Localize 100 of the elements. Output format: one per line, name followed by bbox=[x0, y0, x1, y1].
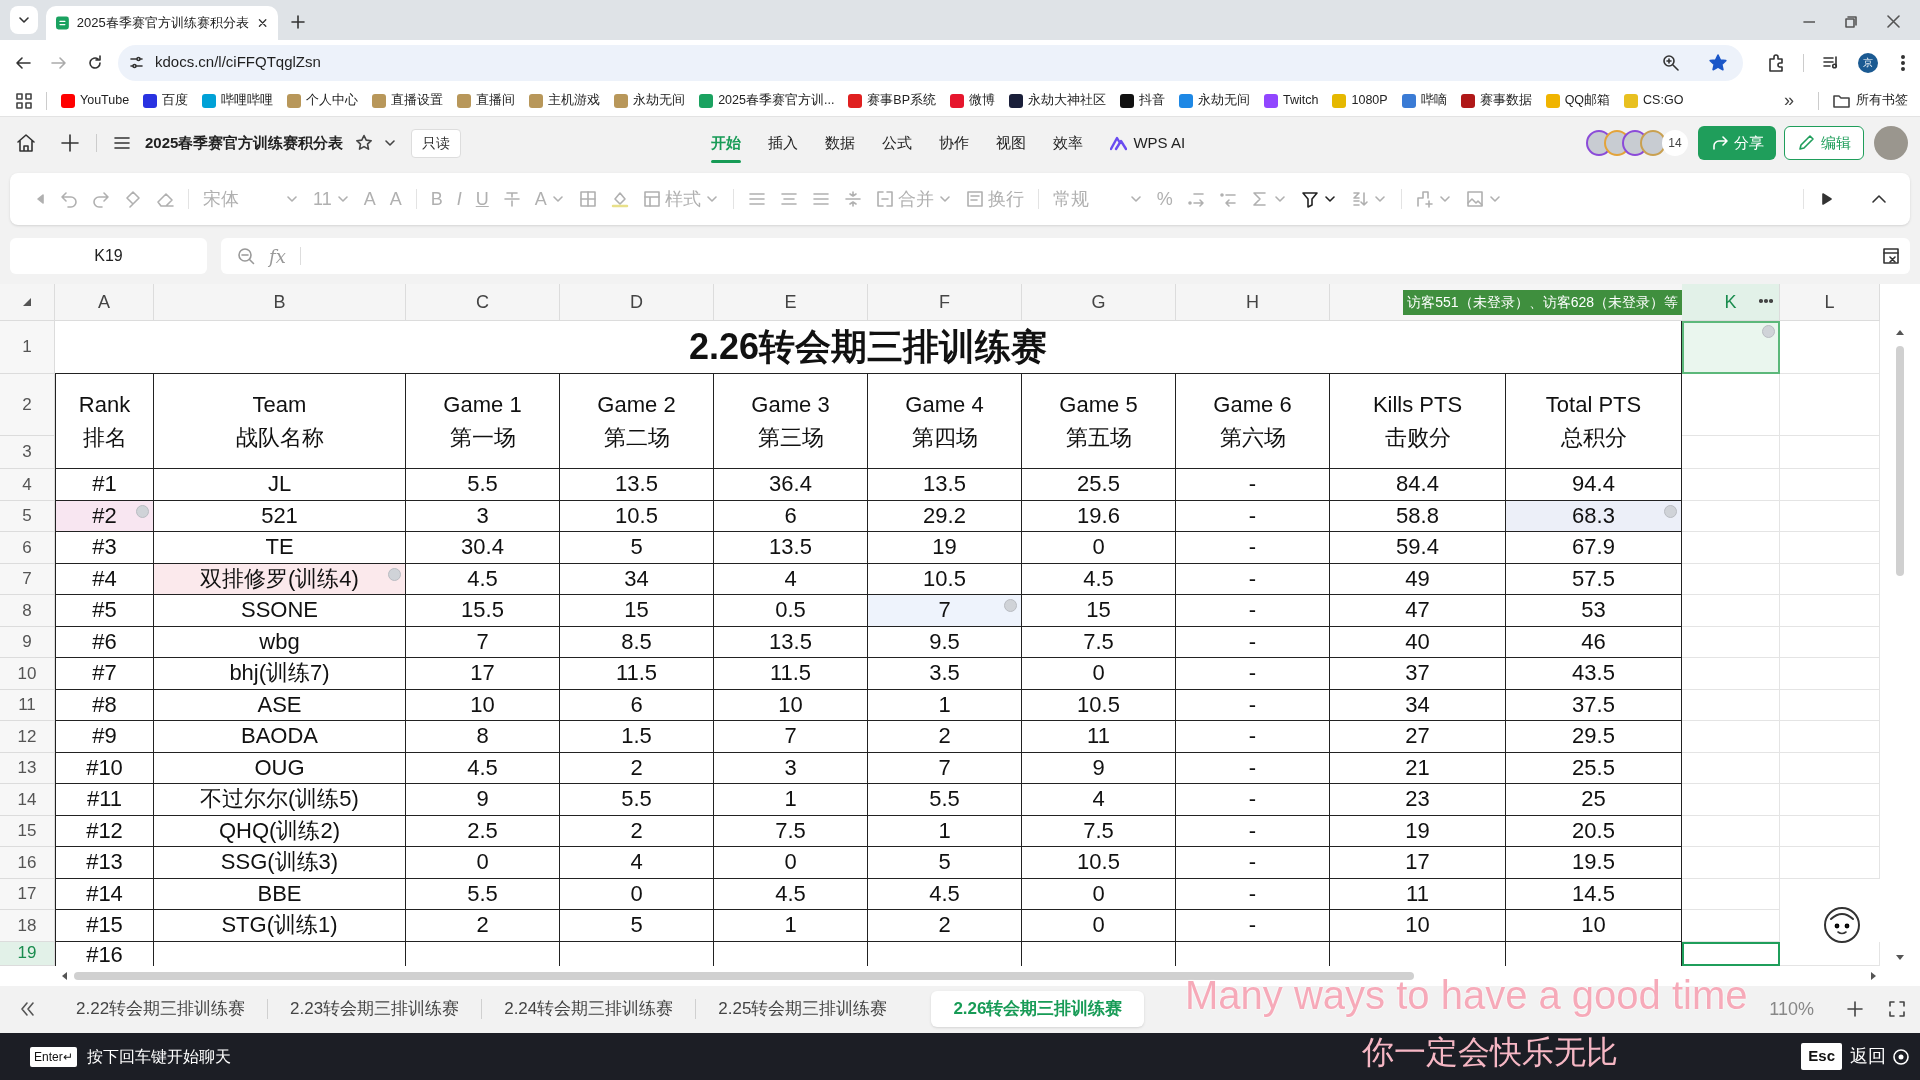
zoom-in-icon[interactable] bbox=[1846, 1000, 1864, 1018]
bookmark[interactable]: 哔哩哔哩 bbox=[202, 91, 274, 110]
column-header[interactable]: C bbox=[406, 284, 560, 321]
sheet-tab[interactable]: 2.26转会期三排训练赛 bbox=[931, 991, 1145, 1027]
target-icon[interactable] bbox=[1892, 1047, 1910, 1066]
tab-list-button[interactable] bbox=[10, 6, 38, 34]
restore-icon[interactable] bbox=[1845, 15, 1857, 28]
column-header[interactable]: K bbox=[1682, 284, 1780, 321]
browser-tab[interactable]: 2025春季赛官方训练赛积分表 bbox=[46, 6, 278, 40]
extension-icon[interactable] bbox=[1767, 53, 1785, 72]
bookmark[interactable]: QQ邮箱 bbox=[1545, 91, 1611, 110]
sheet-tab[interactable]: 2.24转会期三排训练赛 bbox=[482, 991, 696, 1027]
column-header[interactable]: F bbox=[868, 284, 1022, 321]
bookmark[interactable]: 直播设置 bbox=[372, 91, 444, 110]
column-header[interactable]: B bbox=[154, 284, 406, 321]
scroll-up-icon[interactable] bbox=[1895, 328, 1905, 336]
more-icon[interactable] bbox=[1900, 54, 1906, 71]
star-icon[interactable] bbox=[355, 134, 374, 152]
select-all-icon[interactable] bbox=[21, 296, 33, 308]
column-header[interactable]: H bbox=[1176, 284, 1330, 321]
more-bookmarks-button[interactable]: » bbox=[1784, 87, 1794, 114]
bookmark[interactable]: 永劫无间 bbox=[614, 91, 686, 110]
scroll-left-icon[interactable] bbox=[60, 970, 68, 981]
fullscreen-icon[interactable] bbox=[1888, 1000, 1906, 1018]
sheet-tab[interactable]: 2.25转会期三排训练赛 bbox=[696, 991, 910, 1027]
site-info-icon[interactable] bbox=[128, 54, 145, 71]
fill-color-icon[interactable] bbox=[610, 190, 629, 208]
scrollbar-thumb[interactable] bbox=[74, 971, 1414, 980]
profile-button[interactable]: 京 bbox=[1858, 52, 1878, 73]
bookmark[interactable]: 主机游戏 bbox=[529, 91, 601, 110]
sum-button[interactable] bbox=[1250, 190, 1287, 208]
bookmark[interactable]: 抖音 bbox=[1120, 91, 1166, 110]
zoom-icon[interactable] bbox=[1662, 54, 1679, 71]
menu-tab[interactable]: 效率 bbox=[1053, 117, 1084, 169]
column-header[interactable]: L bbox=[1780, 284, 1880, 321]
decimal-increase-icon[interactable] bbox=[1186, 190, 1205, 208]
back-button[interactable]: 返回 bbox=[1850, 1043, 1886, 1070]
bookmark[interactable]: 微博 bbox=[950, 91, 996, 110]
menu-tab[interactable]: 视图 bbox=[996, 117, 1027, 169]
avatar-icon[interactable] bbox=[1874, 126, 1908, 160]
expand-formula-icon[interactable] bbox=[1882, 247, 1900, 265]
home-icon[interactable] bbox=[16, 133, 36, 153]
decimal-decrease-icon[interactable] bbox=[1218, 190, 1237, 208]
sheet-tab[interactable]: 2.23转会期三排训练赛 bbox=[268, 991, 482, 1027]
name-box[interactable]: K19 bbox=[10, 238, 207, 274]
address-bar[interactable]: kdocs.cn/l/ciFFQTqglZsn bbox=[118, 44, 1743, 81]
align-right-icon[interactable] bbox=[811, 190, 830, 208]
strikethrough-icon[interactable] bbox=[502, 190, 521, 208]
more-icon[interactable] bbox=[1759, 298, 1773, 304]
media-icon[interactable] bbox=[1822, 53, 1840, 72]
undo-icon[interactable] bbox=[60, 190, 78, 208]
column-header[interactable]: E bbox=[714, 284, 868, 321]
bookmark[interactable]: CS:GO bbox=[1624, 91, 1684, 110]
menu-tab[interactable]: 数据 bbox=[825, 117, 856, 169]
sheet-tab[interactable]: 2.22转会期三排训练赛 bbox=[54, 991, 268, 1027]
menu-tab[interactable]: 协作 bbox=[939, 117, 970, 169]
column-header[interactable]: D bbox=[560, 284, 714, 321]
selected-cell[interactable] bbox=[1682, 941, 1780, 966]
column-header[interactable]: G bbox=[1022, 284, 1176, 321]
edit-button[interactable]: 编辑 bbox=[1784, 126, 1864, 160]
bookmark[interactable]: 个人中心 bbox=[287, 91, 359, 110]
column-header[interactable]: A bbox=[55, 284, 154, 321]
align-center-icon[interactable] bbox=[779, 190, 798, 208]
bookmark[interactable]: 2025春季赛官方训... bbox=[699, 91, 835, 110]
align-left-icon[interactable] bbox=[747, 190, 766, 208]
assistant-drawing[interactable] bbox=[1822, 905, 1862, 945]
star-icon[interactable] bbox=[1709, 53, 1727, 72]
menu-tab[interactable]: 公式 bbox=[882, 117, 913, 169]
format-painter-icon[interactable] bbox=[124, 190, 142, 208]
sort-button[interactable] bbox=[1350, 190, 1387, 208]
scroll-tabs-icon[interactable] bbox=[18, 1000, 36, 1018]
insert-cells-button[interactable] bbox=[1415, 190, 1452, 208]
bookmark[interactable]: 直播间 bbox=[457, 91, 516, 110]
close-icon[interactable] bbox=[256, 16, 268, 30]
vertical-align-icon[interactable] bbox=[843, 190, 862, 208]
bookmark[interactable]: 赛事数据 bbox=[1460, 91, 1532, 110]
bookmark[interactable]: Twitch bbox=[1264, 91, 1319, 110]
new-tab-icon[interactable] bbox=[290, 14, 306, 30]
menu-tab[interactable]: 插入 bbox=[768, 117, 799, 169]
add-icon[interactable] bbox=[60, 133, 80, 153]
bookmark[interactable]: YouTube bbox=[61, 91, 130, 110]
reload-icon[interactable] bbox=[86, 53, 104, 72]
bookmark[interactable]: 永劫无间 bbox=[1179, 91, 1251, 110]
scroll-right-icon[interactable] bbox=[1870, 970, 1878, 981]
all-bookmarks-button[interactable]: 所有书签 bbox=[1833, 91, 1908, 110]
image-button[interactable] bbox=[1465, 190, 1502, 208]
borders-icon[interactable] bbox=[578, 190, 597, 208]
bookmark[interactable]: 1080P bbox=[1332, 91, 1388, 110]
menu-icon[interactable] bbox=[113, 134, 131, 152]
scrollbar-thumb[interactable] bbox=[1896, 346, 1904, 576]
scroll-down-icon[interactable] bbox=[1895, 953, 1905, 962]
bookmark[interactable]: 哔嘀 bbox=[1401, 91, 1447, 110]
eraser-icon[interactable] bbox=[156, 190, 174, 208]
filter-button[interactable] bbox=[1300, 190, 1337, 208]
bookmark[interactable]: 百度 bbox=[143, 91, 189, 110]
apps-icon[interactable] bbox=[16, 92, 32, 109]
menu-tab[interactable]: WPS AI bbox=[1110, 117, 1186, 169]
redo-icon[interactable] bbox=[92, 190, 110, 208]
bookmark[interactable]: 赛事BP系统 bbox=[848, 91, 937, 110]
bookmark[interactable]: 永劫大神社区 bbox=[1009, 91, 1107, 110]
